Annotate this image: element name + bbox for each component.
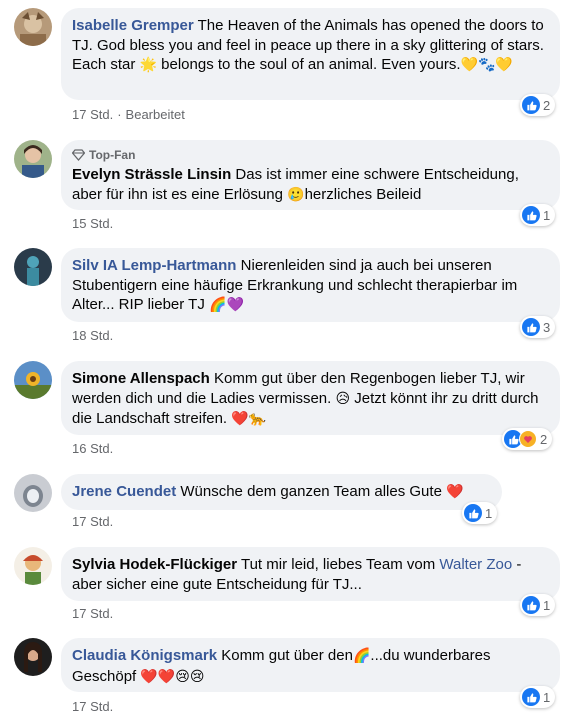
- avatar[interactable]: [14, 474, 52, 512]
- timestamp[interactable]: 17 Std.: [72, 699, 113, 714]
- diamond-icon: [72, 149, 85, 161]
- reaction-count[interactable]: 1: [520, 594, 556, 616]
- timestamp[interactable]: 18 Std.: [72, 328, 113, 343]
- timestamp[interactable]: 17 Std.: [72, 514, 113, 529]
- timestamp[interactable]: 15 Std.: [72, 216, 113, 231]
- thumbs-up-icon: [522, 206, 540, 224]
- comment-bubble: Top-Fan Evelyn Strässle Linsin Das ist i…: [61, 140, 560, 210]
- reaction-count[interactable]: 1: [520, 686, 556, 708]
- comment-meta: 17 Std.: [72, 514, 113, 529]
- comment-text-2: herzliches Beileid: [304, 185, 422, 203]
- walter-zoo-link[interactable]: Walter Zoo: [439, 556, 512, 573]
- reaction-count[interactable]: 1: [520, 204, 556, 226]
- comment-text: Wünsche dem ganzen Team alles Gute: [180, 483, 442, 500]
- thumbs-up-icon: [522, 318, 540, 336]
- reaction-count[interactable]: 1: [462, 502, 498, 524]
- author-name[interactable]: Silv IA Lemp-Hartmann: [72, 257, 236, 274]
- comment-meta: 17 Std.: [72, 606, 113, 621]
- thumbs-up-icon: [522, 596, 540, 614]
- comment-meta: 17 Std.: [72, 699, 113, 714]
- author-name[interactable]: Claudia Königsmark: [72, 647, 217, 664]
- comment-meta: 18 Std.: [72, 328, 113, 343]
- thumbs-up-icon: [464, 504, 482, 522]
- comment-text: Tut mir leid, liebes Team vom: [240, 556, 436, 573]
- care-emoji-icon: [519, 430, 537, 448]
- author-name[interactable]: Simone Allenspach: [72, 370, 210, 387]
- edited-label[interactable]: Bearbeitet: [126, 107, 185, 122]
- top-fan-badge: Top-Fan: [72, 148, 548, 162]
- star-emoji: 🌟: [139, 57, 157, 73]
- thumbs-up-icon: [522, 688, 540, 706]
- comment-bubble: Claudia Königsmark Komm gut über den🌈...…: [61, 638, 560, 692]
- comment-bubble: Jrene Cuendet Wünsche dem ganzen Team al…: [61, 474, 502, 510]
- avatar[interactable]: [14, 248, 52, 286]
- comment-meta: 15 Std.: [72, 216, 113, 231]
- author-name[interactable]: Evelyn Strässle Linsin: [72, 166, 231, 183]
- author-name[interactable]: Isabelle Gremper: [72, 17, 194, 34]
- avatar[interactable]: [14, 638, 52, 676]
- comment-bubble: Simone Allenspach Komm gut über den Rege…: [61, 361, 560, 435]
- emojis: ❤️: [446, 484, 464, 500]
- comment-bubble: Sylvia Hodek-Flückiger Tut mir leid, lie…: [61, 547, 560, 601]
- avatar[interactable]: [14, 8, 52, 46]
- avatar[interactable]: [14, 140, 52, 178]
- avatar[interactable]: [14, 547, 52, 585]
- rainbow-emoji: 🌈: [352, 648, 371, 664]
- comment-text-2: belongs to the soul of an animal. Even y…: [161, 56, 461, 73]
- reaction-count[interactable]: 2: [520, 94, 556, 116]
- comment-bubble: Isabelle Gremper The Heaven of the Anima…: [61, 8, 560, 100]
- comment-bubble: Silv IA Lemp-Hartmann Nierenleiden sind …: [61, 248, 560, 322]
- emojis: ❤️❤️😢😢: [140, 668, 205, 685]
- comment-meta: 16 Std.: [72, 441, 113, 456]
- reaction-count[interactable]: 3: [520, 316, 556, 338]
- thumbs-up-icon: [522, 96, 540, 114]
- emojis: 💛🐾💛: [460, 57, 513, 73]
- emojis: ❤️🐆: [231, 411, 267, 427]
- comment-meta: 17 Std. · Bearbeitet: [72, 107, 185, 122]
- author-name[interactable]: Sylvia Hodek-Flückiger: [72, 556, 237, 573]
- timestamp[interactable]: 16 Std.: [72, 441, 113, 456]
- author-name[interactable]: Jrene Cuendet: [72, 483, 176, 500]
- comment-text: Komm gut über den: [221, 647, 353, 664]
- emoji: 😥: [335, 390, 351, 407]
- emojis: 🌈💜: [209, 297, 244, 313]
- emoji: 🥲: [287, 186, 305, 203]
- timestamp[interactable]: 17 Std.: [72, 606, 113, 621]
- timestamp[interactable]: 17 Std.: [72, 107, 113, 122]
- avatar[interactable]: [14, 361, 52, 399]
- reaction-count[interactable]: 2: [502, 428, 553, 450]
